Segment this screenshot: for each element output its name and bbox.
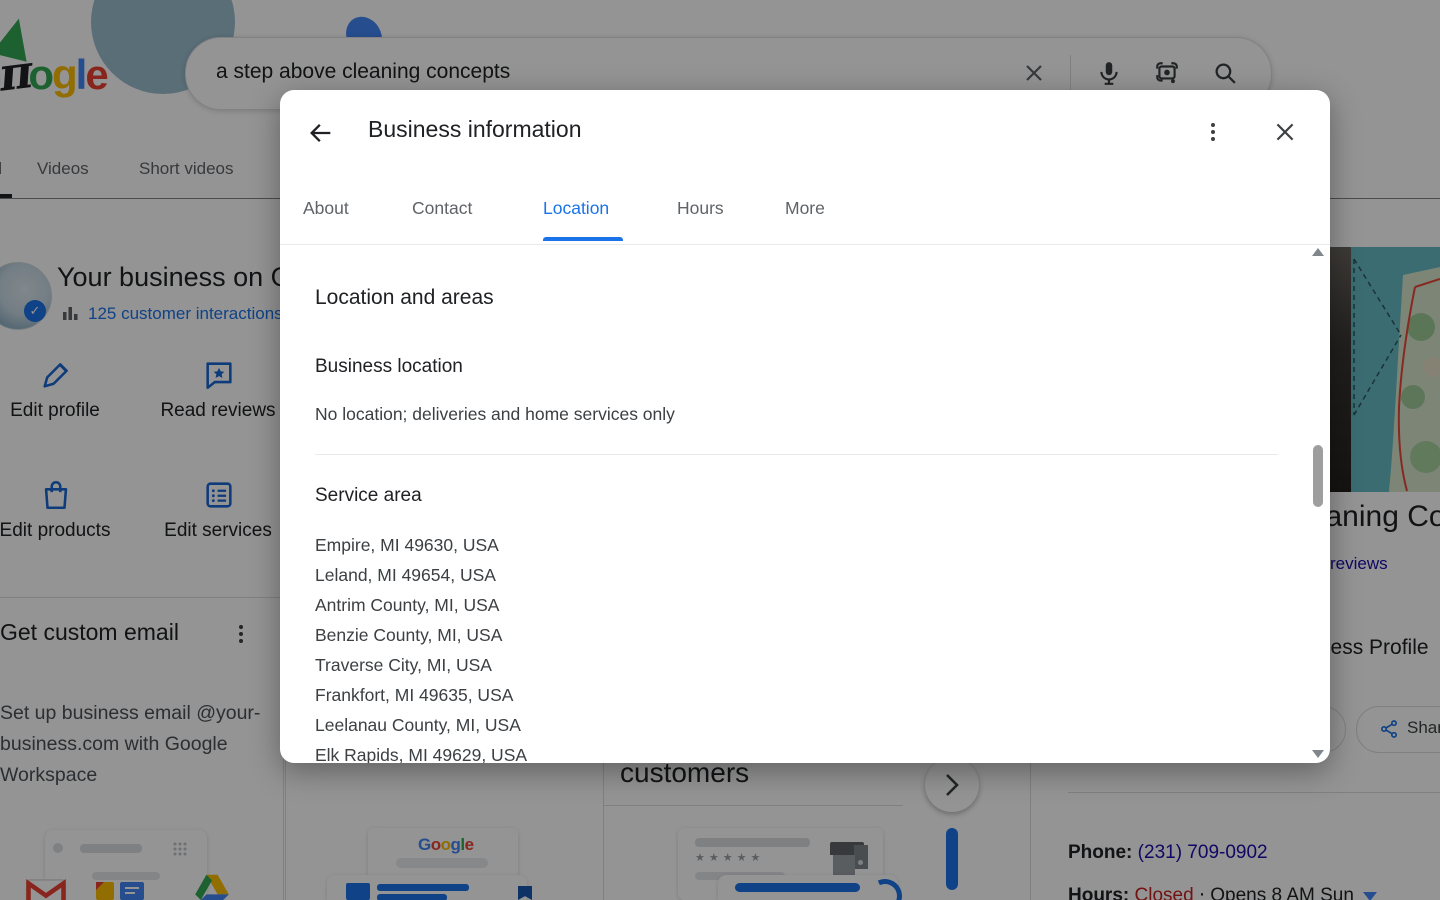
service-area-list: Empire, MI 49630, USA Leland, MI 49654, … (315, 530, 1215, 763)
tab-about[interactable]: About (303, 198, 349, 219)
close-button[interactable] (1272, 119, 1298, 145)
section-heading: Location and areas (315, 286, 494, 309)
service-area-item: Antrim County, MI, USA (315, 595, 500, 615)
service-area-heading: Service area (315, 485, 422, 506)
scrollbar-thumb[interactable] (1313, 445, 1323, 507)
screen: Gπogle a step above cleaning concepts (0, 0, 1440, 900)
active-tab-underline (543, 237, 623, 241)
back-button[interactable] (307, 119, 335, 147)
business-location-heading: Business location (315, 356, 463, 377)
scrollbar-down-arrow[interactable] (1312, 750, 1324, 758)
no-location-text: No location; deliveries and home service… (315, 404, 675, 424)
service-area-item: Empire, MI 49630, USA (315, 535, 499, 555)
modal-divider (315, 454, 1278, 455)
service-area-item: Traverse City, MI, USA (315, 655, 492, 675)
service-area-item: Leland, MI 49654, USA (315, 565, 496, 585)
scrollbar-up-arrow[interactable] (1312, 248, 1324, 256)
business-information-dialog: Business information About Contact Locat… (280, 90, 1330, 763)
service-area-item: Frankfort, MI 49635, USA (315, 685, 514, 705)
service-area-item: Leelanau County, MI, USA (315, 715, 521, 735)
service-area-item: Benzie County, MI, USA (315, 625, 503, 645)
service-area-item: Elk Rapids, MI 49629, USA (315, 745, 528, 763)
dialog-title: Business information (368, 116, 582, 142)
tab-more[interactable]: More (785, 198, 825, 219)
tab-contact[interactable]: Contact (412, 198, 472, 219)
dialog-menu-button[interactable] (1208, 120, 1218, 144)
tab-hours[interactable]: Hours (677, 198, 724, 219)
tabs-bottom-border (280, 244, 1330, 245)
tab-location[interactable]: Location (543, 198, 609, 219)
